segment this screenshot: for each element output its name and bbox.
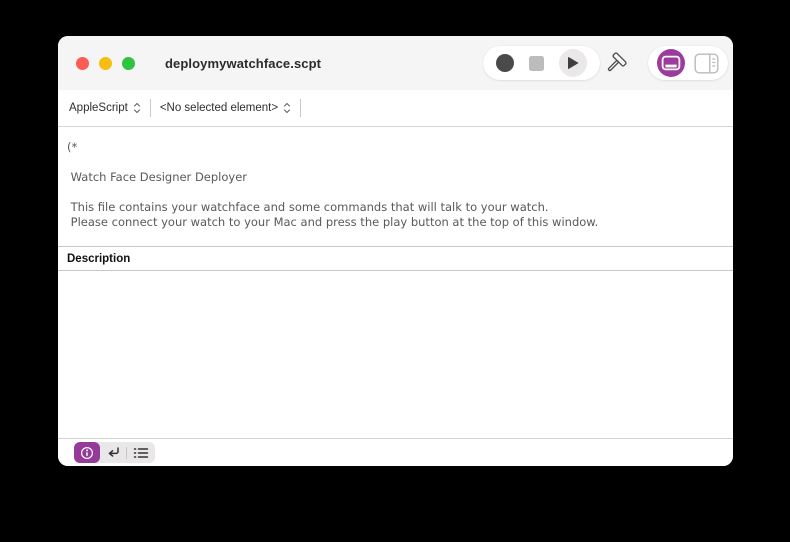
result-tab-button[interactable]	[100, 442, 126, 463]
script-line	[67, 185, 723, 200]
language-popup[interactable]: AppleScript	[67, 102, 143, 114]
log-tab-button[interactable]	[127, 442, 155, 463]
script-line: Please connect your watch to your Mac an…	[67, 215, 723, 230]
language-popup-label: AppleScript	[69, 102, 128, 114]
stop-button[interactable]	[529, 56, 544, 71]
navigation-bar: AppleScript <No selected element>	[58, 90, 733, 127]
play-icon	[559, 49, 587, 77]
list-icon	[133, 447, 149, 459]
navbar-divider	[150, 99, 151, 117]
element-popup-label: <No selected element>	[160, 102, 278, 114]
bottom-bar	[58, 438, 733, 466]
updown-chevrons-icon	[283, 102, 291, 114]
script-line: (*	[67, 140, 723, 155]
navbar-divider	[300, 99, 301, 117]
description-content-area[interactable]	[58, 271, 733, 438]
compile-button[interactable]	[599, 46, 633, 80]
close-button[interactable]	[76, 57, 89, 70]
script-line: This file contains your watchface and so…	[67, 200, 723, 215]
description-header-label: Description	[67, 253, 130, 265]
pane-toggle-group	[648, 46, 728, 80]
panel-right-icon	[694, 53, 719, 74]
script-editor-text-area[interactable]: (* Watch Face Designer Deployer This fil…	[58, 127, 733, 247]
minimize-button[interactable]	[99, 57, 112, 70]
zoom-button[interactable]	[122, 57, 135, 70]
description-tab-button[interactable]	[74, 442, 100, 463]
info-icon	[80, 446, 94, 460]
return-icon	[106, 446, 121, 459]
accessory-view-segmented-control	[74, 442, 155, 463]
titlebar: deploymywatchface.scpt	[58, 36, 733, 90]
description-pane-header: Description	[58, 247, 733, 271]
panel-bottom-icon	[657, 49, 685, 77]
run-controls-group	[483, 46, 600, 80]
run-button[interactable]	[559, 49, 587, 77]
script-line	[67, 155, 723, 170]
bottom-pane-toggle-button[interactable]	[657, 49, 685, 77]
window-title: deploymywatchface.scpt	[165, 36, 321, 90]
script-editor-window: deploymywatchface.scpt	[58, 36, 733, 466]
updown-chevrons-icon	[133, 102, 141, 114]
traffic-lights	[76, 36, 135, 90]
script-line: Watch Face Designer Deployer	[67, 170, 723, 185]
record-icon	[496, 54, 514, 72]
hammer-icon	[603, 50, 629, 76]
record-button[interactable]	[496, 54, 514, 72]
element-popup[interactable]: <No selected element>	[158, 102, 293, 114]
accessory-pane-toggle-button[interactable]	[694, 53, 719, 74]
stop-icon	[529, 56, 544, 71]
